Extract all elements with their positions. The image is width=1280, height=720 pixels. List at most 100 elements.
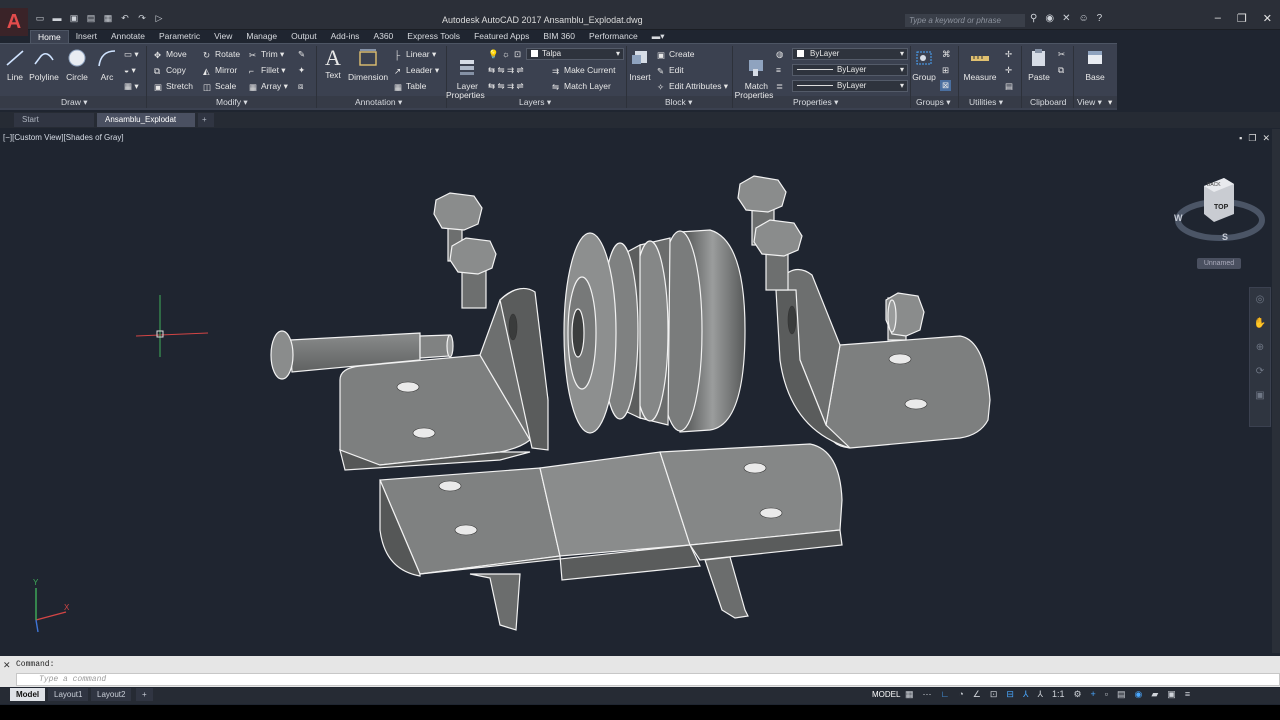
annotation-monitor-icon[interactable]: + — [1091, 689, 1096, 700]
ribbon-minimize-icon[interactable]: ▾ — [1108, 97, 1112, 108]
annotation-panel-title[interactable]: Annotation ▾ — [355, 97, 402, 108]
viewcube-top-label[interactable]: TOP — [1214, 204, 1228, 211]
move-button[interactable]: ✥ Move — [154, 49, 187, 60]
mirror-button[interactable]: ◭ Mirror — [203, 65, 237, 76]
restore-icon[interactable]: ❐ — [1237, 12, 1247, 25]
text-button[interactable]: A Text — [322, 47, 344, 80]
base-button[interactable]: Base — [1082, 48, 1108, 82]
properties-panel-title[interactable]: Properties ▾ — [793, 97, 838, 108]
copy-clip-icon[interactable]: ⧉ — [1058, 65, 1064, 76]
layout-tab-layout1[interactable]: Layout1 — [48, 688, 89, 701]
insert-button[interactable]: Insert — [628, 48, 652, 82]
new-icon[interactable]: ▭ — [34, 13, 46, 24]
ribbon-tab-annotate[interactable]: Annotate — [104, 30, 152, 43]
file-tab-start[interactable]: Start — [14, 113, 94, 127]
pan-icon[interactable]: ✋ — [1250, 312, 1270, 336]
make-current-button[interactable]: ⇉ Make Current — [552, 65, 616, 76]
array-button[interactable]: ▦ Array ▾ — [249, 81, 288, 92]
gradient-icon[interactable]: ▦ ▾ — [124, 81, 139, 92]
paste-button[interactable]: Paste — [1026, 48, 1052, 82]
group-edit-icon[interactable]: ⊞ — [942, 65, 949, 76]
ribbon-tab-home[interactable]: Home — [30, 30, 69, 43]
workspace-gear-icon[interactable]: ⚙ — [1073, 689, 1081, 700]
rectangle-icon[interactable]: ▭ ▾ — [124, 49, 139, 60]
quick-properties-icon[interactable]: ▤ — [1117, 689, 1126, 700]
layer-dropdown[interactable]: Talpa ▾ — [526, 48, 624, 60]
group-button[interactable]: Group — [912, 48, 936, 82]
lightbulb-icon[interactable]: 💡 — [488, 49, 499, 60]
add-layout-button[interactable]: + — [136, 688, 153, 701]
measure-button[interactable]: Measure — [962, 48, 998, 82]
ribbon-tab-view[interactable]: View — [207, 30, 239, 43]
grid-icon[interactable]: ▦ — [905, 689, 914, 700]
polar-icon[interactable]: ◔ — [958, 689, 963, 700]
model-space-toggle[interactable]: MODEL — [872, 690, 900, 699]
calculator-icon[interactable]: ▤ — [1005, 81, 1013, 92]
help-icon[interactable]: ? — [1097, 13, 1103, 24]
dimension-button[interactable]: Dimension — [348, 48, 388, 82]
linear-button[interactable]: ├ Linear ▾ — [394, 49, 436, 60]
ungroup-icon[interactable]: ⌘ — [942, 49, 951, 60]
viewcube[interactable]: TOP BACK W S — [1170, 170, 1270, 250]
layer-tools-row-2[interactable]: ⇆ ⇋ ⇉ ⇌ — [488, 81, 524, 92]
explode-icon[interactable]: ✦ — [298, 65, 305, 76]
linetype-icon[interactable]: ≡ — [776, 65, 781, 75]
layer-tools-row-1[interactable]: ⇆ ⇋ ⇉ ⇌ — [488, 65, 524, 76]
annotation-visibility-icon[interactable]: ⅄ — [1023, 689, 1029, 700]
undo-icon[interactable]: ↶ — [119, 13, 131, 24]
object-snap-icon[interactable]: ⊡ — [990, 689, 998, 700]
application-menu-button[interactable]: A — [0, 8, 28, 36]
snap-icon[interactable]: ⋯ — [923, 689, 932, 700]
leader-button[interactable]: ↗ Leader ▾ — [394, 65, 439, 76]
fillet-button[interactable]: ⌐ Fillet ▾ — [249, 65, 286, 76]
modify-panel-title[interactable]: Modify ▾ — [216, 97, 248, 108]
auto-scale-icon[interactable]: ⅄ — [1037, 689, 1043, 700]
minimize-icon[interactable]: – — [1215, 12, 1221, 25]
ribbon-tab-performance[interactable]: Performance — [582, 30, 645, 43]
id-point-icon[interactable]: ✛ — [1005, 65, 1012, 76]
color-dropdown[interactable]: ByLayer ▾ — [792, 48, 908, 60]
units-icon[interactable]: ▫ — [1105, 689, 1108, 700]
line-button[interactable]: Line — [4, 48, 26, 82]
lineweight-dropdown[interactable]: ByLayer ▾ — [792, 80, 908, 92]
exchange-icon[interactable]: ✕ — [1062, 13, 1070, 24]
open-icon[interactable]: ▬ — [51, 13, 63, 24]
orbit-icon[interactable]: ⟳ — [1250, 360, 1270, 384]
color-wheel-icon[interactable]: ◍ — [776, 49, 783, 60]
selection-cycling-icon[interactable]: ⊟ — [1006, 689, 1014, 700]
command-input[interactable]: Type a command — [16, 673, 1280, 686]
linetype-dropdown[interactable]: ByLayer ▾ — [792, 64, 908, 76]
ribbon-tab-express-tools[interactable]: Express Tools — [400, 30, 467, 43]
hatch-icon[interactable]: ◒ ▾ — [124, 65, 136, 76]
new-tab-button[interactable]: + — [198, 113, 214, 127]
redo-icon[interactable]: ↷ — [136, 13, 148, 24]
sun-icon[interactable]: ☼ — [502, 49, 510, 59]
plot-icon[interactable]: ▦ — [102, 13, 114, 24]
quick-select-icon[interactable]: ✢ — [1005, 49, 1012, 60]
edit-block-button[interactable]: ✎ Edit — [657, 65, 684, 76]
view-panel-title[interactable]: View ▾ — [1077, 97, 1102, 108]
rotate-button[interactable]: ↻ Rotate — [203, 49, 240, 60]
create-block-button[interactable]: ▣ Create — [657, 49, 695, 60]
circle-button[interactable]: Circle — [64, 48, 90, 82]
cut-icon[interactable]: ✂ — [1058, 49, 1065, 60]
compass-south-label[interactable]: S — [1222, 232, 1228, 242]
table-button[interactable]: ▦ Table — [394, 81, 426, 92]
layer-properties-button[interactable]: Layer Properties — [446, 48, 485, 100]
edit-attributes-button[interactable]: ✧ Edit Attributes ▾ — [657, 81, 728, 92]
offset-icon[interactable]: ⧈ — [298, 81, 303, 92]
block-panel-title[interactable]: Block ▾ — [665, 97, 692, 108]
groups-panel-title[interactable]: Groups ▾ — [916, 97, 951, 108]
draw-panel-title[interactable]: Draw ▾ — [61, 97, 87, 108]
binoculars-icon[interactable]: ⚲ — [1030, 13, 1037, 24]
annotation-scale[interactable]: 1:1 — [1052, 689, 1065, 700]
match-properties-button[interactable]: Match Properties — [734, 48, 774, 100]
hardware-acceleration-icon[interactable]: ▰ — [1151, 689, 1158, 700]
save-icon[interactable]: ▣ — [68, 13, 80, 24]
showmotion-icon[interactable]: ▣ — [1250, 384, 1270, 408]
clean-screen-icon[interactable]: ▣ — [1167, 689, 1176, 700]
copy-button[interactable]: ⧉ Copy — [154, 65, 186, 76]
group-selection-icon[interactable]: ⊠ — [940, 80, 952, 91]
ribbon-tab-a360[interactable]: A360 — [366, 30, 400, 43]
ribbon-tab-featured-apps[interactable]: Featured Apps — [467, 30, 536, 43]
